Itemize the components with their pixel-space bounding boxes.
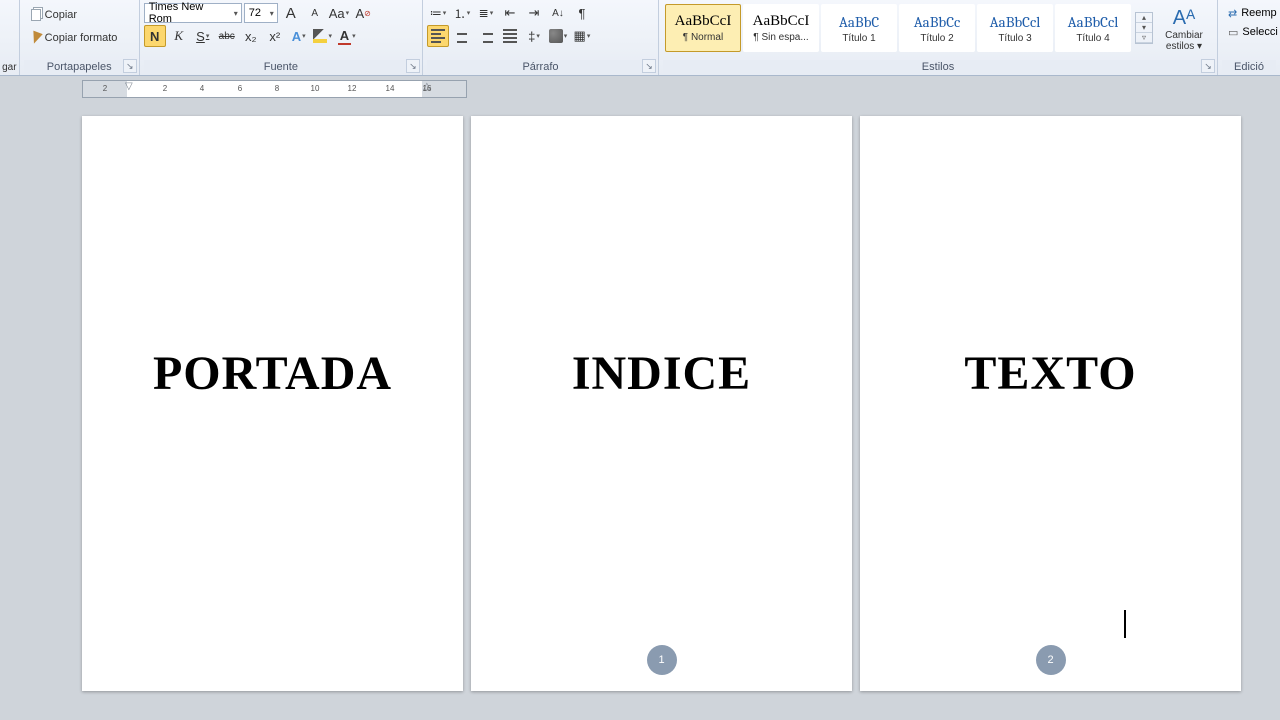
bullets-button[interactable]: ≔ xyxy=(427,2,449,24)
change-styles-label: Cambiar estilos ▾ xyxy=(1156,30,1212,52)
highlight-button[interactable] xyxy=(312,25,334,47)
style-tile-t-tulo-2[interactable]: AaBbCcTítulo 2 xyxy=(899,4,975,52)
styles-scroll[interactable]: ▴▾▿ xyxy=(1135,12,1153,44)
font-color-button[interactable]: A xyxy=(336,25,358,47)
styles-gallery[interactable]: AaBbCcI¶ NormalAaBbCcI¶ Sin espa...AaBbC… xyxy=(663,2,1133,54)
shrink-font-button[interactable]: A xyxy=(304,2,326,24)
numbering-button[interactable]: ⒈ xyxy=(451,2,473,24)
styles-group-label: Estilos xyxy=(663,60,1213,75)
change-case-button[interactable]: Aa xyxy=(328,2,350,24)
group-paragraph: ≔ ⒈ ≣ ⇤ ⇥ A↓ ¶ ‡ ▦ Párrafo ↘ xyxy=(423,0,659,75)
horizontal-ruler[interactable]: ▽ △ 2 2 4 6 8 10 12 14 16 xyxy=(82,80,467,98)
font-color-icon: A xyxy=(338,28,351,45)
subscript-button[interactable]: x₂ xyxy=(240,25,262,47)
format-painter-label: Copiar formato xyxy=(45,32,118,44)
align-center-button[interactable] xyxy=(451,25,473,47)
document-page[interactable]: TEXTO 2 xyxy=(860,116,1241,691)
page-heading: PORTADA xyxy=(153,346,392,401)
underline-button[interactable]: S xyxy=(192,25,214,47)
superscript-button[interactable]: x² xyxy=(264,25,286,47)
style-tile-t-tulo-1[interactable]: AaBbCTítulo 1 xyxy=(821,4,897,52)
font-group-label: Fuente xyxy=(144,60,418,75)
page-number-badge: 1 xyxy=(647,645,677,675)
document-page[interactable]: PORTADA xyxy=(82,116,463,691)
clear-format-button[interactable]: A⊘ xyxy=(352,2,374,24)
style-tile-t-tulo-3[interactable]: AaBbCclTítulo 3 xyxy=(977,4,1053,52)
editing-group-label: Edició xyxy=(1222,60,1276,75)
paragraph-group-label: Párrafo xyxy=(427,60,654,75)
style-tile--sin-espa-[interactable]: AaBbCcI¶ Sin espa... xyxy=(743,4,819,52)
brush-icon xyxy=(29,31,43,46)
highlight-icon xyxy=(313,29,327,43)
font-family-select[interactable]: Times New Rom xyxy=(144,3,242,23)
group-styles: AaBbCcI¶ NormalAaBbCcI¶ Sin espa...AaBbC… xyxy=(659,0,1218,75)
document-page[interactable]: INDICE 1 xyxy=(471,116,852,691)
font-size-select[interactable]: 72 xyxy=(244,3,278,23)
copy-icon xyxy=(31,9,41,21)
style-tile-t-tulo-4[interactable]: AaBbCclTítulo 4 xyxy=(1055,4,1131,52)
group-editing: ⇄Reemp ▭Selecci Edició xyxy=(1218,0,1280,75)
change-styles-icon: Aᴬ xyxy=(1173,7,1195,30)
page-number-badge: 2 xyxy=(1036,645,1066,675)
grow-font-button[interactable]: A xyxy=(280,2,302,24)
borders-button[interactable]: ▦ xyxy=(571,25,593,47)
multilevel-button[interactable]: ≣ xyxy=(475,2,497,24)
text-cursor xyxy=(1124,610,1126,638)
copy-label: Copiar xyxy=(45,9,77,21)
strike-button[interactable]: abc xyxy=(216,25,238,47)
ruler-area: ▽ △ 2 2 4 6 8 10 12 14 16 xyxy=(0,76,1280,98)
font-dialog-launcher[interactable]: ↘ xyxy=(406,59,420,73)
style-tile--normal[interactable]: AaBbCcI¶ Normal xyxy=(665,4,741,52)
increase-indent-button[interactable]: ⇥ xyxy=(523,2,545,24)
italic-button[interactable]: K xyxy=(168,25,190,47)
bold-button[interactable]: N xyxy=(144,25,166,47)
text-effects-button[interactable]: A xyxy=(288,25,310,47)
format-painter-button[interactable]: Copiar formato xyxy=(26,27,133,49)
show-marks-button[interactable]: ¶ xyxy=(571,2,593,24)
line-spacing-button[interactable]: ‡ xyxy=(523,25,545,47)
paint-bucket-icon xyxy=(549,29,563,43)
align-right-button[interactable] xyxy=(475,25,497,47)
paste-button-cut[interactable]: gar xyxy=(0,0,20,75)
group-clipboard: Copiar Copiar formato Portapapeles ↘ xyxy=(20,0,140,75)
select-button[interactable]: ▭Selecci xyxy=(1226,23,1272,41)
justify-button[interactable] xyxy=(499,25,521,47)
page-heading: INDICE xyxy=(572,346,751,401)
copy-button[interactable]: Copiar xyxy=(26,4,133,26)
change-styles-button[interactable]: Aᴬ Cambiar estilos ▾ xyxy=(1155,3,1213,53)
group-font: Times New Rom 72 A A Aa A⊘ N K S abc x₂ … xyxy=(140,0,423,75)
decrease-indent-button[interactable]: ⇤ xyxy=(499,2,521,24)
page-heading: TEXTO xyxy=(964,346,1136,401)
document-area[interactable]: PORTADA INDICE 1 TEXTO 2 xyxy=(0,98,1280,720)
replace-button[interactable]: ⇄Reemp xyxy=(1226,4,1272,22)
align-left-button[interactable] xyxy=(427,25,449,47)
clipboard-group-label: Portapapeles xyxy=(24,60,135,75)
shading-button[interactable] xyxy=(547,25,569,47)
styles-dialog-launcher[interactable]: ↘ xyxy=(1201,59,1215,73)
clipboard-dialog-launcher[interactable]: ↘ xyxy=(123,59,137,73)
paragraph-dialog-launcher[interactable]: ↘ xyxy=(642,59,656,73)
sort-button[interactable]: A↓ xyxy=(547,2,569,24)
ribbon: gar Copiar Copiar formato Portapapeles ↘… xyxy=(0,0,1280,76)
